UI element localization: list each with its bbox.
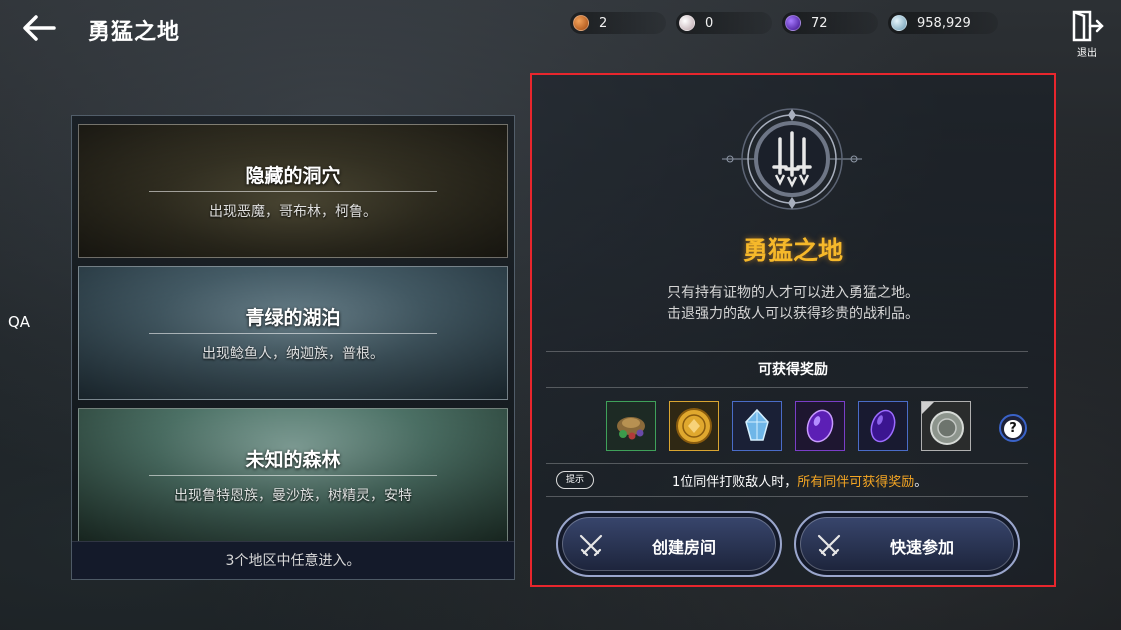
dungeon-detail-panel: 勇猛之地 只有持有证物的人才可以进入勇猛之地。 击退强力的敌人可以获得珍贵的战利… (530, 73, 1056, 587)
dark-purple-stone-icon (870, 409, 896, 443)
reward-item[interactable] (606, 401, 656, 451)
rewards-title: 可获得奖励 (758, 362, 828, 378)
divider (546, 387, 1028, 388)
region-desc: 出现鲶鱼人，纳迦族，普根。 (202, 346, 384, 362)
reward-item[interactable] (669, 401, 719, 451)
quick-join-label: 快速参加 (889, 538, 954, 557)
divider (546, 463, 1028, 464)
dungeon-title: 勇猛之地 (742, 236, 843, 265)
region-card-unknown-forest[interactable]: 未知的森林 出现鲁特恩族，曼沙族，树精灵，安特 (78, 408, 508, 542)
reward-item[interactable] (732, 401, 782, 451)
region-desc: 出现鲁特恩族，曼沙族，树精灵，安特 (174, 488, 412, 504)
region-divider (149, 475, 437, 476)
divider (546, 496, 1028, 497)
currency-value: 958,929 (917, 15, 971, 31)
exit-button[interactable]: 退出 (1068, 10, 1106, 59)
back-arrow-button[interactable] (18, 10, 58, 46)
tip-badge: 提示 (556, 471, 594, 489)
question-icon: ? (1004, 420, 1022, 438)
dungeon-description: 只有持有证物的人才可以进入勇猛之地。 击退强力的敌人可以获得珍贵的战利品。 (532, 283, 1054, 325)
exit-door-icon (1072, 10, 1104, 42)
page-title: 勇猛之地 (88, 20, 181, 45)
reward-item[interactable] (858, 401, 908, 451)
region-divider (149, 191, 437, 192)
tip-prefix: 1位同伴打败敌人时， (672, 475, 798, 490)
purple-stone-icon (806, 409, 834, 443)
region-card-green-lake[interactable]: 青绿的湖泊 出现鲶鱼人，纳迦族，普根。 (78, 266, 508, 400)
dungeon-desc-line: 只有持有证物的人才可以进入勇猛之地。 (667, 285, 919, 301)
currency-value: 2 (599, 15, 608, 31)
region-list: 隐藏的洞穴 出现恶魔，哥布林，柯鲁。 青绿的湖泊 出现鲶鱼人，纳迦族，普根。 未… (71, 115, 515, 580)
create-room-label: 创建房间 (651, 538, 716, 557)
currency-value: 72 (811, 15, 828, 31)
back-arrow-icon (23, 15, 56, 41)
currency-value: 0 (705, 15, 714, 31)
reward-item[interactable] (921, 401, 971, 451)
help-button[interactable]: ? (999, 414, 1027, 442)
exit-label: 退出 (1077, 48, 1097, 59)
blue-crystal-icon (745, 408, 769, 441)
region-name: 未知的森林 (245, 449, 341, 471)
region-name: 青绿的湖泊 (245, 307, 341, 329)
qa-label: QA (8, 313, 31, 331)
quick-join-button[interactable]: 快速参加 (794, 511, 1020, 577)
region-divider (149, 333, 437, 334)
purple-gem-icon (785, 15, 801, 31)
currency-purple-gem[interactable]: 72 (782, 12, 878, 34)
divider (546, 351, 1028, 352)
currency-copper[interactable]: 2 (570, 12, 666, 34)
gear-pile-icon (617, 417, 645, 440)
region-name: 隐藏的洞穴 (245, 165, 341, 187)
silver-coin-icon (891, 15, 907, 31)
region-desc: 出现恶魔，哥布林，柯鲁。 (209, 204, 377, 220)
dungeon-desc-line: 击退强力的敌人可以获得珍贵的战利品。 (667, 306, 919, 322)
gold-coin-icon (676, 408, 712, 444)
crossed-swords-emblem-icon (722, 108, 862, 210)
pearl-icon (679, 15, 695, 31)
currency-pearl[interactable]: 0 (676, 12, 772, 34)
reward-item[interactable] (795, 401, 845, 451)
silver-medal-icon (922, 402, 964, 445)
tip-suffix: 。 (914, 475, 928, 490)
region-footer: 3个地区中任意进入。 (72, 541, 514, 579)
region-card-hidden-cave[interactable]: 隐藏的洞穴 出现恶魔，哥布林，柯鲁。 (78, 124, 508, 258)
tip-highlight: 所有同伴可获得奖励 (797, 475, 915, 490)
tip-text: 1位同伴打败敌人时，所有同伴可获得奖励。 (672, 471, 927, 490)
copper-coin-icon (573, 15, 589, 31)
currency-silver[interactable]: 958,929 (888, 12, 998, 34)
create-room-button[interactable]: 创建房间 (556, 511, 782, 577)
currency-bar: 2 0 72 958,929 (570, 12, 998, 34)
reward-list (606, 401, 971, 451)
